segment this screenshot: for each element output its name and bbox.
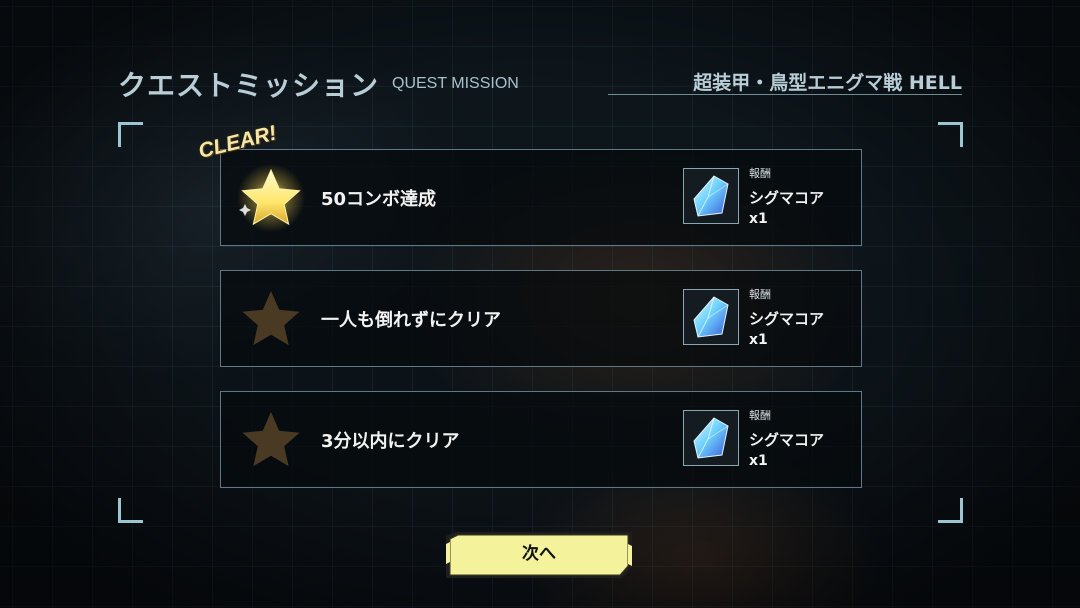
- next-button-label: 次へ: [522, 544, 556, 564]
- frame-corner-bottom-left: [118, 498, 143, 523]
- crystal-icon: [683, 168, 739, 224]
- mission-text: 50コンボ達成: [321, 189, 437, 210]
- reward-label: 報酬: [749, 167, 771, 180]
- reward-label: 報酬: [749, 288, 771, 301]
- crystal-icon: [683, 289, 739, 345]
- reward-quantity: x1: [749, 211, 768, 227]
- next-button[interactable]: 次へ: [446, 532, 632, 578]
- mission-text: 3分以内にクリア: [321, 431, 460, 452]
- reward-name: シグマコア: [749, 310, 825, 328]
- reward-name: シグマコア: [749, 189, 825, 207]
- stage-name: 超装甲・鳥型エニグマ戦 HELL: [693, 72, 962, 94]
- reward-quantity: x1: [749, 332, 768, 348]
- crystal-icon: [683, 410, 739, 466]
- reward-name: シグマコア: [749, 431, 825, 449]
- mission-panel-1: 50コンボ達成 報酬 シグマコア x1: [220, 149, 862, 246]
- page-title: クエストミッション: [118, 69, 380, 102]
- page-subtitle: QUEST MISSION: [392, 75, 519, 92]
- reward-quantity: x1: [749, 453, 768, 469]
- frame-corner-top-left: [118, 122, 143, 147]
- reward-label: 報酬: [749, 409, 771, 422]
- mission-text: 一人も倒れずにクリア: [321, 310, 501, 331]
- game-screen: クエストミッション QUEST MISSION 超装甲・鳥型エニグマ戦 HELL: [0, 0, 1080, 608]
- frame-corner-bottom-right: [938, 498, 963, 523]
- star-uncleared-icon: [237, 285, 305, 353]
- mission-panel-2: 一人も倒れずにクリア 報酬 シグマコア x1: [220, 270, 862, 367]
- frame-corner-top-right: [938, 122, 963, 147]
- star-uncleared-icon: [237, 406, 305, 474]
- star-cleared-icon: [237, 164, 305, 232]
- mission-panel-3: 3分以内にクリア 報酬 シグマコア x1: [220, 391, 862, 488]
- stage-underline: [608, 94, 962, 95]
